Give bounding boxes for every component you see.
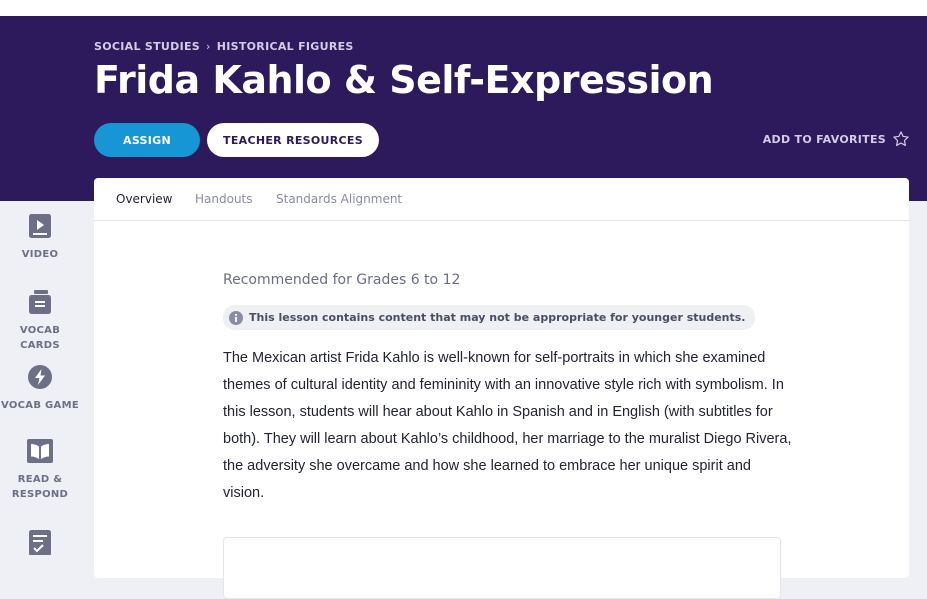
top-bar (0, 0, 927, 16)
breadcrumb-item-historical-figures[interactable]: HISTORICAL FIGURES (217, 40, 354, 53)
sidebar-item-label: VOCAB CARDS (19, 325, 61, 351)
info-icon (229, 310, 243, 325)
sidebar-item-label: READ & RESPOND (11, 474, 69, 500)
cards-icon (29, 290, 51, 314)
sidebar-item-quiz[interactable] (0, 529, 80, 563)
checklist-icon (29, 530, 51, 555)
recommended-grades: Recommended for Grades 6 to 12 (223, 272, 461, 288)
page-title: Frida Kahlo & Self-Expression (94, 58, 714, 102)
lesson-description: The Mexican artist Frida Kahlo is well-k… (223, 350, 792, 501)
bolt-icon (28, 365, 52, 389)
sidebar-item-label: VOCAB GAME (1, 400, 79, 411)
breadcrumb-separator: › (206, 40, 211, 53)
content-warning-text: This lesson contains content that may no… (249, 311, 746, 324)
breadcrumb: SOCIAL STUDIES › HISTORICAL FIGURES (94, 40, 354, 53)
breadcrumb-item-social-studies[interactable]: SOCIAL STUDIES (94, 40, 200, 53)
sidebar-item-vocab-game[interactable]: VOCAB GAME (0, 364, 80, 413)
tab-handouts[interactable]: Handouts (195, 192, 253, 206)
video-icon (29, 214, 51, 238)
star-icon (893, 131, 909, 147)
add-to-favorites-button[interactable]: ADD TO FAVORITES (763, 130, 910, 148)
lesson-subcard (223, 537, 781, 599)
content-warning-notice: This lesson contains content that may no… (223, 305, 756, 330)
sidebar-item-read-respond[interactable]: READ & RESPOND (0, 438, 80, 502)
add-to-favorites-label: ADD TO FAVORITES (762, 132, 886, 146)
book-icon (27, 439, 53, 463)
sidebar-item-label: VIDEO (21, 249, 59, 260)
tab-standards-alignment[interactable]: Standards Alignment (276, 192, 402, 206)
sidebar-item-video[interactable]: VIDEO (0, 213, 80, 262)
lesson-content-card: Overview Handouts Standards Alignment Re… (94, 178, 909, 599)
tab-overview[interactable]: Overview (116, 192, 173, 206)
teacher-resources-button[interactable]: TEACHER RESOURCES (207, 123, 379, 157)
sidebar-item-vocab-cards[interactable]: VOCAB CARDS (0, 289, 80, 353)
assign-button[interactable]: ASSIGN (94, 123, 200, 157)
lesson-tabs: Overview Handouts Standards Alignment (94, 178, 909, 221)
